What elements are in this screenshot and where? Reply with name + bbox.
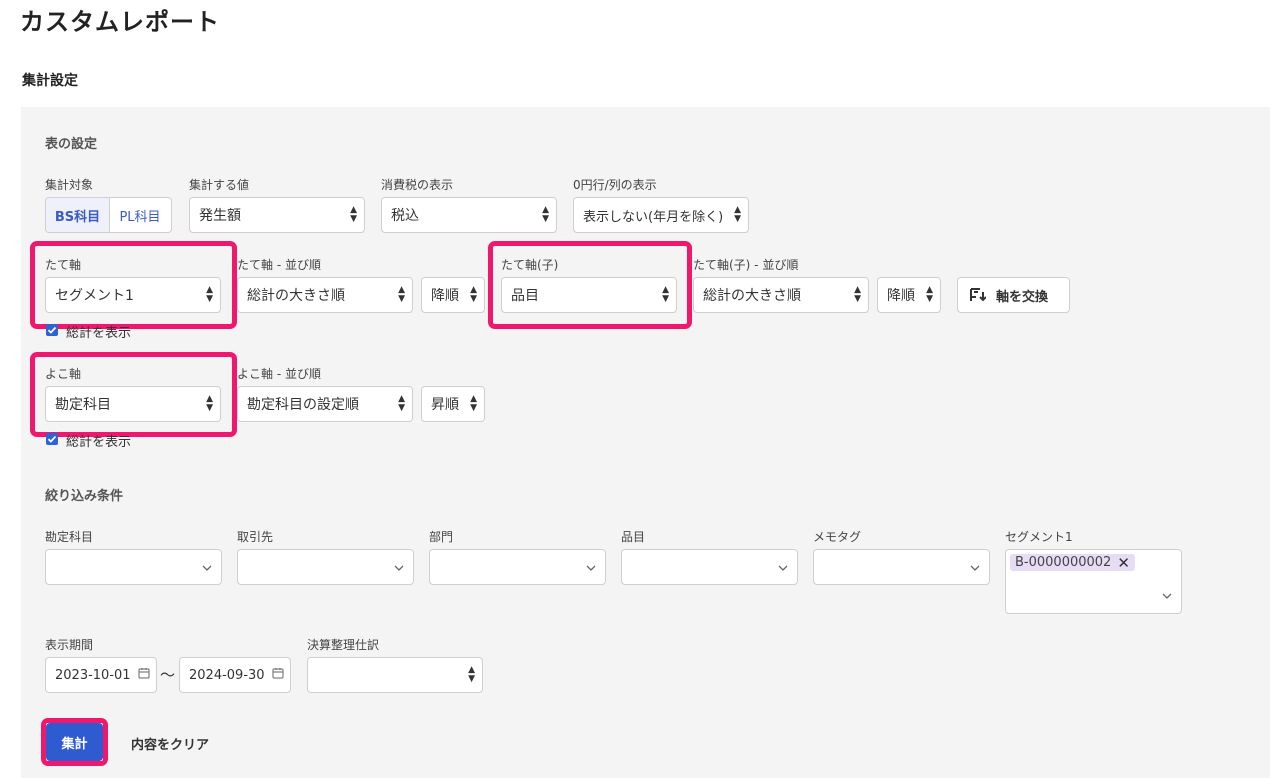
item-filter-label: 品目 xyxy=(621,530,646,544)
clear-button[interactable]: 内容をクリア xyxy=(131,734,209,753)
swap-label: 軸を交換 xyxy=(996,289,1049,305)
horizontal-total-checkbox[interactable] xyxy=(46,433,58,445)
horizontal-order-selected: 勘定科目の設定順 xyxy=(247,397,359,413)
vertical-child-selected: 品目 xyxy=(511,288,539,304)
sort-arrows-icon: ▲ ▼ xyxy=(470,394,477,413)
zero-label: 0円行/列の表示 xyxy=(573,178,657,192)
vertical-selected: セグメント1 xyxy=(55,288,134,304)
submit-button[interactable]: 集計 xyxy=(46,723,103,761)
swap-icon xyxy=(970,287,986,303)
period-separator: 〜 xyxy=(160,666,176,684)
value-selected: 発生額 xyxy=(199,208,241,224)
memo-tag-filter-label: メモタグ xyxy=(813,530,862,544)
filters-title: 絞り込み条件 xyxy=(45,489,124,504)
chevron-down-icon xyxy=(1162,587,1172,603)
check-icon xyxy=(47,435,57,443)
vertical-order-label: たて軸 - 並び順 xyxy=(237,258,321,272)
start-date-input[interactable]: 2023-10-01 xyxy=(45,657,157,693)
tax-selected: 税込 xyxy=(391,208,419,224)
sort-arrows-icon: ▲ ▼ xyxy=(854,285,861,304)
sort-arrows-icon: ▲ ▼ xyxy=(350,205,357,224)
vertical-child-direction-selected: 降順 xyxy=(887,288,915,304)
sort-arrows-icon: ▲ ▼ xyxy=(470,285,477,304)
vertical-child-label: たて軸(子) xyxy=(501,258,559,272)
sort-arrows-icon: ▲ ▼ xyxy=(398,285,405,304)
sort-arrows-icon: ▲ ▼ xyxy=(206,285,213,304)
horizontal-select[interactable]: 勘定科目 ▲ ▼ xyxy=(45,386,221,422)
pl-option[interactable]: PL科目 xyxy=(110,198,170,232)
close-icon[interactable]: ✕ xyxy=(1117,555,1130,570)
swap-axes-button[interactable]: 軸を交換 xyxy=(957,277,1070,313)
chevron-down-icon xyxy=(394,559,404,575)
vertical-total-label: 総計を表示 xyxy=(66,326,132,341)
closing-select[interactable]: ▲ ▼ xyxy=(307,657,483,693)
zero-selected: 表示しない(年月を除く) xyxy=(583,209,724,225)
partner-filter-select[interactable] xyxy=(237,549,414,585)
sort-arrows-icon: ▲ ▼ xyxy=(468,665,475,684)
tax-label: 消費税の表示 xyxy=(381,178,454,192)
department-filter-select[interactable] xyxy=(429,549,606,585)
check-icon xyxy=(47,326,57,334)
end-date-value: 2024-09-30 xyxy=(189,667,265,683)
vertical-child-select[interactable]: 品目 ▲ ▼ xyxy=(501,277,677,313)
horizontal-selected: 勘定科目 xyxy=(55,397,111,413)
item-filter-select[interactable] xyxy=(621,549,798,585)
period-label: 表示期間 xyxy=(45,638,94,652)
tax-select[interactable]: 税込 ▲ ▼ xyxy=(381,197,557,233)
vertical-order-select[interactable]: 総計の大きさ順 ▲ ▼ xyxy=(237,277,413,313)
department-filter-label: 部門 xyxy=(429,530,454,544)
horizontal-order-label: よこ軸 - 並び順 xyxy=(237,367,321,381)
sort-arrows-icon: ▲ ▼ xyxy=(662,285,669,304)
horizontal-direction-selected: 昇順 xyxy=(431,397,459,413)
vertical-select[interactable]: セグメント1 ▲ ▼ xyxy=(45,277,221,313)
chevron-down-icon xyxy=(970,559,980,575)
bs-option[interactable]: BS科目 xyxy=(46,198,110,232)
segment1-tag-label: B-0000000002 xyxy=(1015,555,1112,570)
sort-arrows-icon: ▲ ▼ xyxy=(542,205,549,224)
sort-arrows-icon: ▲ ▼ xyxy=(398,394,405,413)
section-title: 集計設定 xyxy=(22,73,78,89)
sort-arrows-icon: ▲ ▼ xyxy=(734,205,741,224)
vertical-child-order-select[interactable]: 総計の大きさ順 ▲ ▼ xyxy=(693,277,869,313)
segment1-filter-label: セグメント1 xyxy=(1005,530,1073,544)
account-filter-select[interactable] xyxy=(45,549,222,585)
table-settings-title: 表の設定 xyxy=(45,137,98,152)
calendar-icon[interactable] xyxy=(272,667,284,683)
horizontal-order-select[interactable]: 勘定科目の設定順 ▲ ▼ xyxy=(237,386,413,422)
chevron-down-icon xyxy=(586,559,596,575)
vertical-child-direction-select[interactable]: 降順 ▲ ▼ xyxy=(877,277,941,313)
memo-tag-filter-select[interactable] xyxy=(813,549,990,585)
vertical-child-order-label: たて軸(子) - 並び順 xyxy=(693,258,799,272)
vertical-child-order-selected: 総計の大きさ順 xyxy=(703,288,801,304)
horizontal-label: よこ軸 xyxy=(45,367,82,381)
target-label: 集計対象 xyxy=(45,178,94,192)
start-date-value: 2023-10-01 xyxy=(55,667,131,683)
page-title: カスタムレポート xyxy=(20,8,220,36)
value-label: 集計する値 xyxy=(189,178,250,192)
vertical-label: たて軸 xyxy=(45,258,82,272)
horizontal-total-label: 総計を表示 xyxy=(66,435,132,450)
zero-select[interactable]: 表示しない(年月を除く) ▲ ▼ xyxy=(573,197,749,233)
end-date-input[interactable]: 2024-09-30 xyxy=(179,657,291,693)
sort-arrows-icon: ▲ ▼ xyxy=(926,285,933,304)
vertical-order-selected: 総計の大きさ順 xyxy=(247,288,345,304)
target-toggle: BS科目 PL科目 xyxy=(45,197,172,233)
closing-label: 決算整理仕訳 xyxy=(307,638,380,652)
chevron-down-icon xyxy=(202,559,212,575)
calendar-icon[interactable] xyxy=(138,667,150,683)
vertical-direction-select[interactable]: 降順 ▲ ▼ xyxy=(421,277,485,313)
segment1-filter-select[interactable]: B-0000000002 ✕ xyxy=(1005,549,1182,614)
partner-filter-label: 取引先 xyxy=(237,530,274,544)
chevron-down-icon xyxy=(778,559,788,575)
segment1-tag: B-0000000002 ✕ xyxy=(1010,554,1135,571)
horizontal-direction-select[interactable]: 昇順 ▲ ▼ xyxy=(421,386,485,422)
account-filter-label: 勘定科目 xyxy=(45,530,94,544)
sort-arrows-icon: ▲ ▼ xyxy=(206,394,213,413)
value-select[interactable]: 発生額 ▲ ▼ xyxy=(189,197,365,233)
vertical-total-checkbox[interactable] xyxy=(46,324,58,336)
vertical-direction-selected: 降順 xyxy=(431,288,459,304)
